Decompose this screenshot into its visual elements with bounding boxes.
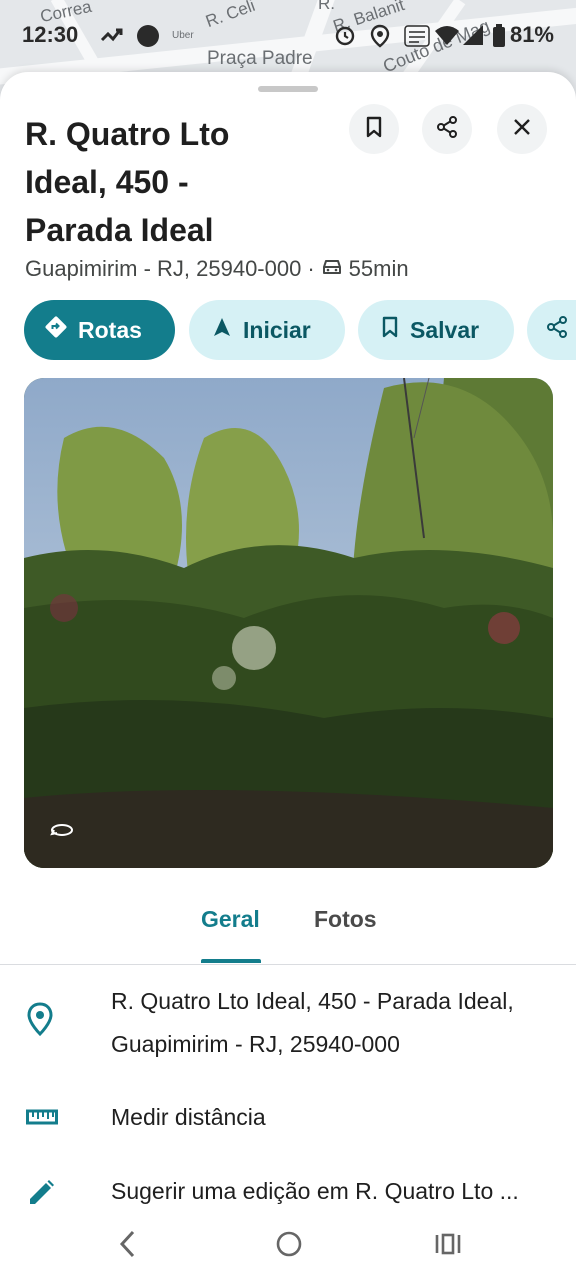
directions-label: Rotas [78,316,142,343]
directions-icon [44,315,68,345]
share-icon [545,315,569,345]
drive-time: 55min [348,256,409,281]
bookmark-icon [364,116,384,143]
share-chip-button[interactable] [527,300,576,360]
action-chips: Rotas Iniciar Salvar [24,300,576,360]
location-icon [370,24,390,53]
share-icon [435,115,459,144]
street-view-photo[interactable] [24,378,553,868]
recents-icon[interactable] [434,1226,462,1267]
measure-distance-label: Medir distância [111,1104,266,1130]
back-icon[interactable] [116,1226,138,1267]
place-sheet[interactable]: R. Quatro Lto Ideal, 450 - Parada Ideal … [0,72,576,1280]
tab-photos[interactable]: Fotos [314,906,377,933]
signal-icon [462,24,484,51]
place-title-line: R. Quatro Lto [25,116,230,152]
ruler-icon [26,1108,58,1131]
bookmark-icon [380,316,400,344]
address-line: Guapimirim - RJ, 25940-000 [111,1031,400,1057]
battery-icon [492,24,506,53]
battery-level: 81% [509,22,554,47]
missed-call-icon [100,24,126,51]
status-time: 12:30 [22,22,79,47]
suggest-edit-label: Sugerir uma edição em R. Quatro Lto ... [111,1178,519,1204]
close-button[interactable] [497,104,547,154]
directions-button[interactable]: Rotas [24,300,175,360]
location-pin-icon [26,1002,54,1041]
notification-dot-icon [136,24,160,53]
place-tabs: Geral Fotos [0,894,576,965]
alarm-icon [334,24,356,51]
place-title-line: Parada Ideal [25,212,214,248]
system-nav-bar [0,1212,576,1280]
close-icon [513,118,531,141]
address-text: R. Quatro Lto Ideal, 450 - Parada Ideal,… [111,980,561,1066]
tab-overview[interactable]: Geral [201,906,260,933]
measure-distance-row[interactable]: Medir distância [0,1096,576,1144]
status-bar: 12:30 81% [0,0,576,70]
volte-icon [404,24,430,53]
place-title-line: Ideal, 450 - [25,164,189,200]
address-row[interactable]: R. Quatro Lto Ideal, 450 - Parada Ideal,… [0,980,576,1070]
pencil-icon [26,1178,56,1213]
start-label: Iniciar [243,316,311,343]
save-button[interactable]: Salvar [358,300,514,360]
separator-dot: · [307,256,315,281]
address-line: R. Quatro Lto Ideal, 450 - Parada Ideal, [111,988,514,1014]
navigation-arrow-icon [211,316,233,344]
tab-active-indicator [201,959,261,963]
save-label: Salvar [410,316,480,343]
suggest-edit-row[interactable]: Sugerir uma edição em R. Quatro Lto ... [0,1170,576,1218]
place-title: R. Quatro Lto Ideal, 450 - Parada Ideal [25,110,325,254]
address-summary: Guapimirim - RJ, 25940-000 [25,256,302,281]
drag-handle[interactable] [258,86,318,92]
wifi-icon [434,24,460,51]
car-icon [321,256,343,282]
street-view-image [24,378,553,868]
360-rotate-icon [50,822,74,843]
bookmark-button[interactable] [349,104,399,154]
share-button[interactable] [422,104,472,154]
place-subtitle: Guapimirim - RJ, 25940-000 · 55min [25,256,409,282]
home-icon[interactable] [275,1226,303,1267]
start-navigation-button[interactable]: Iniciar [189,300,345,360]
